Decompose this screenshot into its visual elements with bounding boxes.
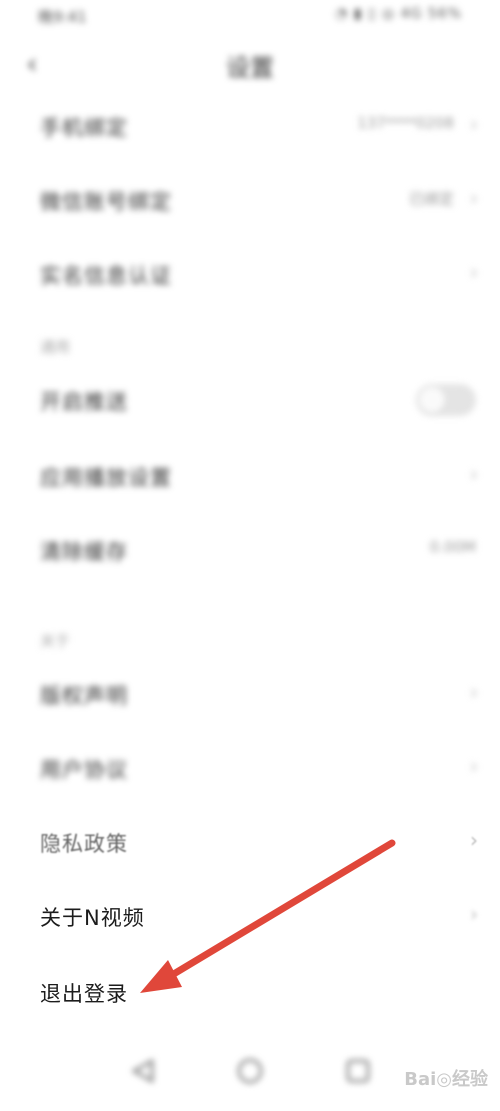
circle-home-icon[interactable] [230,1051,270,1091]
square-recent-icon[interactable] [338,1051,378,1091]
red-arrow-annotation [140,839,396,993]
arrow-head [140,960,182,993]
arrow-shaft [168,839,396,979]
baidu-watermark: Bai◎经验 [404,1069,488,1090]
triangle-back-icon[interactable] [124,1051,164,1091]
